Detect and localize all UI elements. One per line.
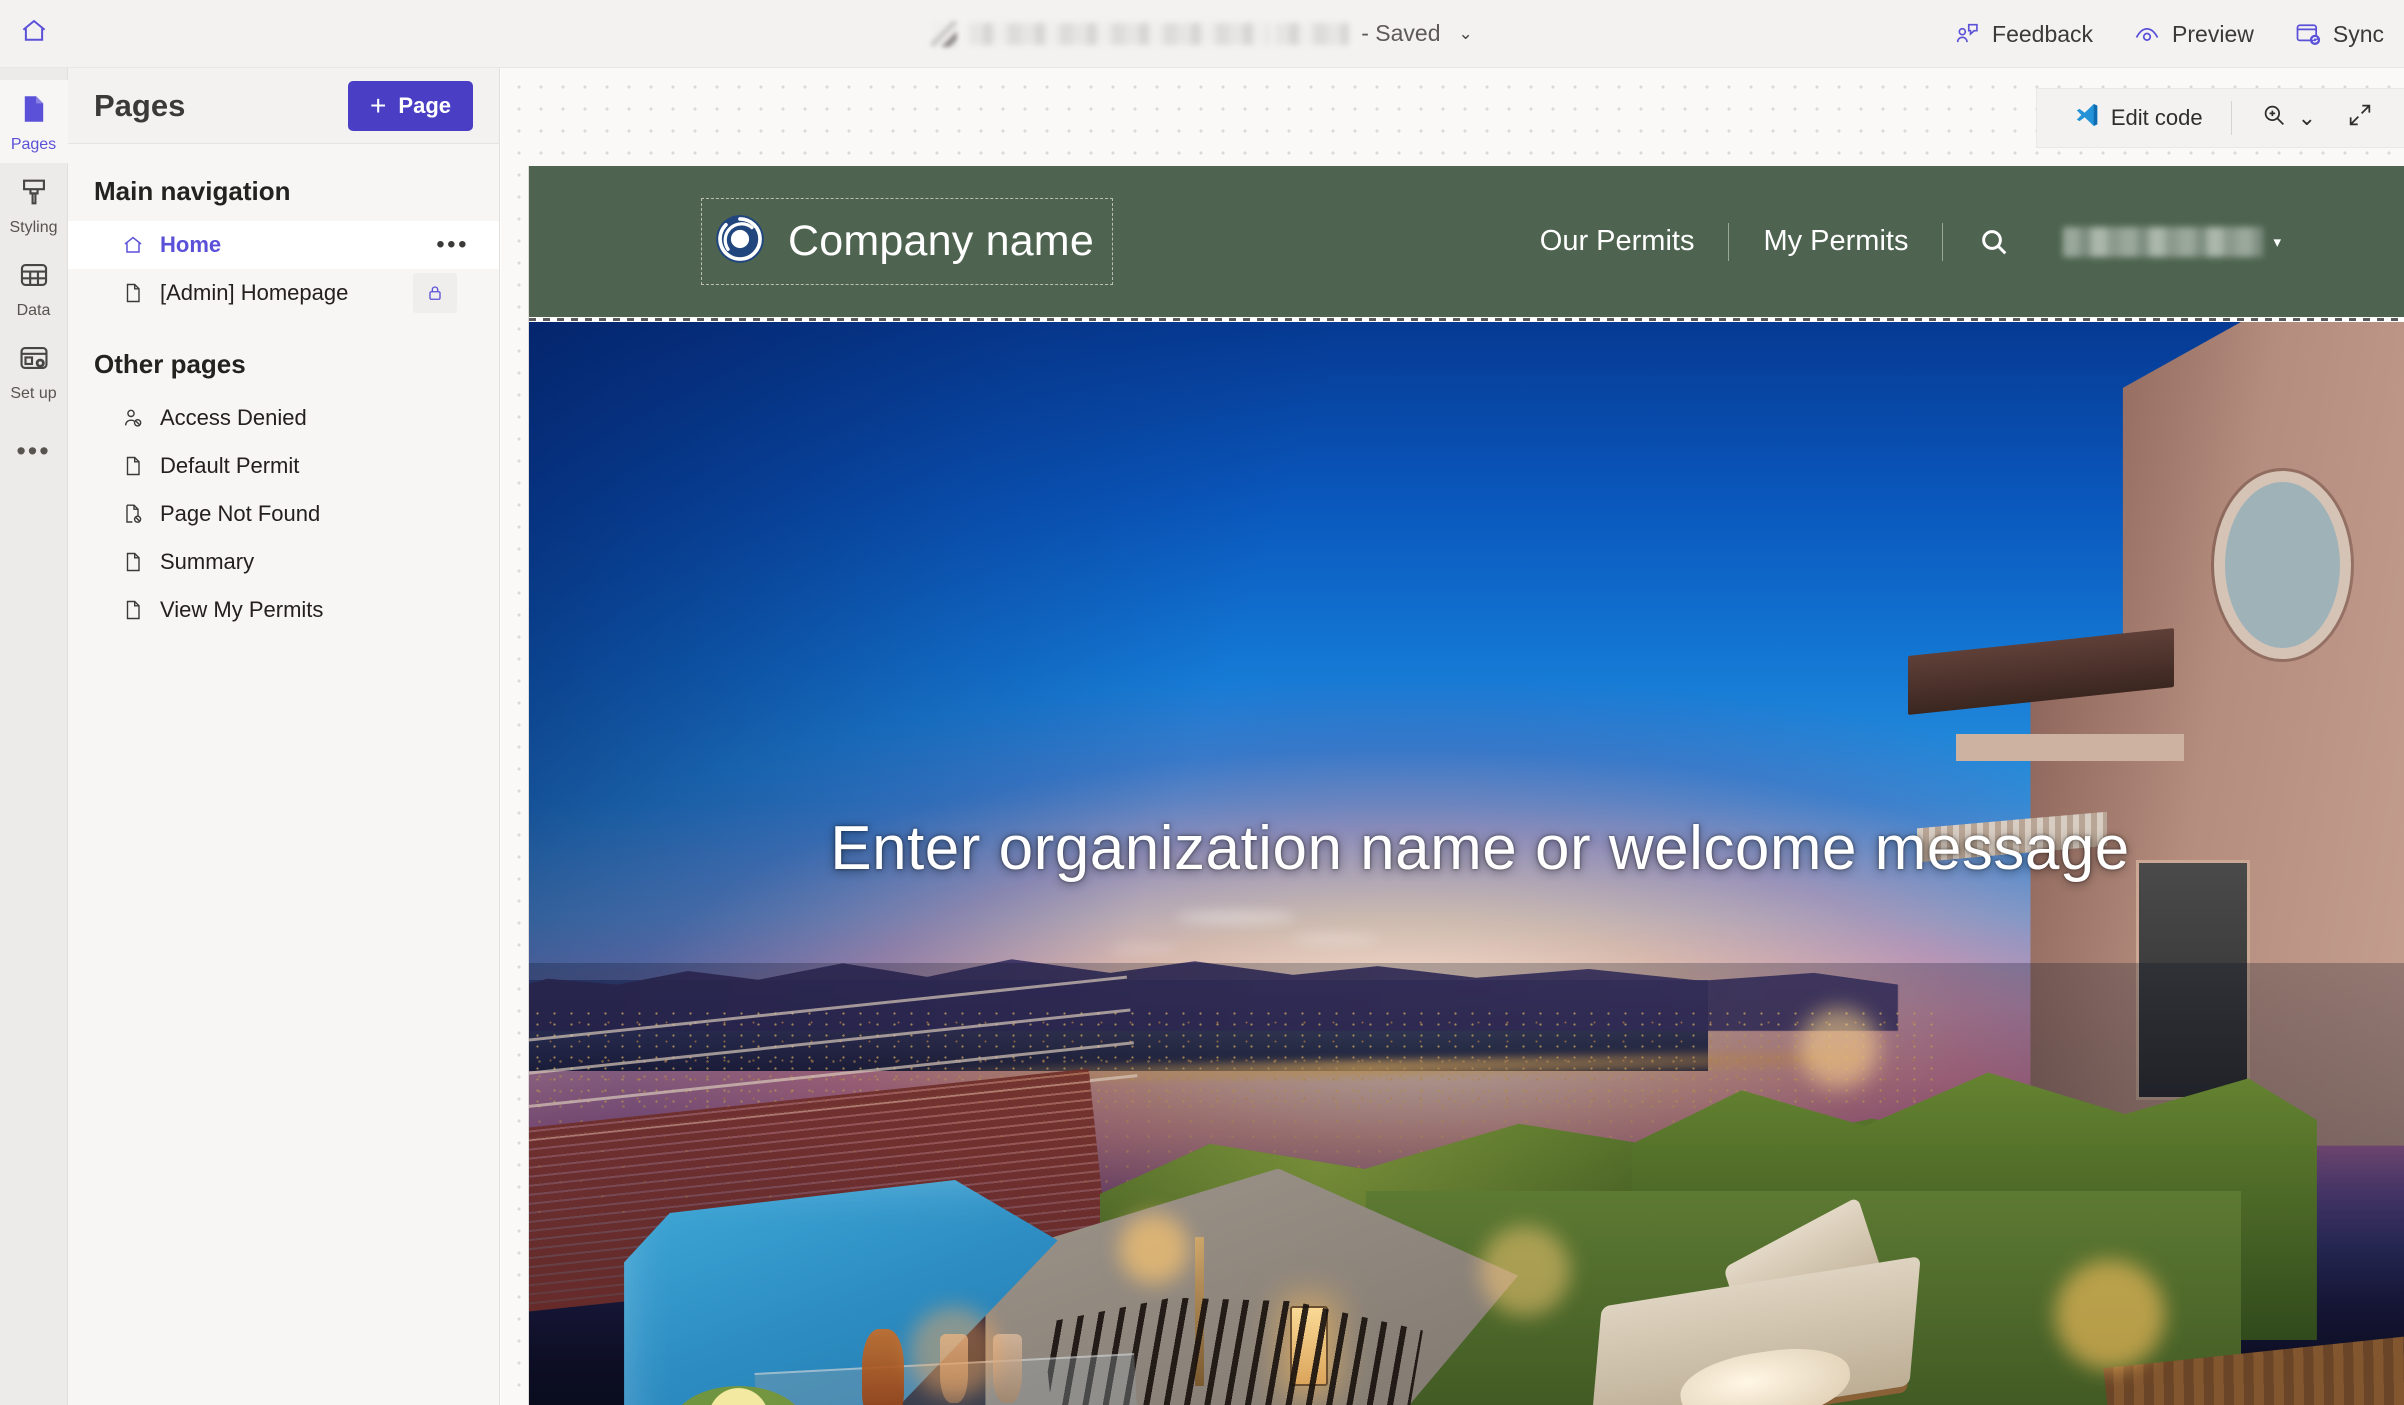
top-bar-actions: Feedback Preview Sync: [1933, 0, 2404, 68]
home-button[interactable]: [0, 0, 68, 68]
page-item-home-ellipsis-icon[interactable]: •••: [436, 231, 469, 259]
hero-headline[interactable]: Enter organization name or welcome messa…: [529, 818, 2404, 880]
user-caret-down-icon: ▾: [2273, 233, 2281, 251]
document-title-redacted: [969, 22, 1270, 45]
hero-decanter: [861, 1328, 904, 1405]
rail-label-styling: Styling: [9, 219, 58, 236]
setup-gear-window-icon: [17, 341, 51, 380]
rail-item-setup[interactable]: Set up: [0, 329, 68, 412]
add-page-button[interactable]: + Page: [348, 80, 473, 131]
toolbar-divider: [2230, 101, 2232, 135]
preview-label: Preview: [2172, 20, 2254, 47]
app-logo-redacted: [931, 20, 958, 47]
site-header: Company name Our Permits My Permits ▾: [529, 166, 2404, 317]
hero-villa-round-window: [2214, 470, 2352, 660]
eye-preview-icon: [2133, 20, 2161, 48]
person-blocked-icon: [120, 406, 146, 430]
magnifier-plus-icon: [2260, 101, 2288, 135]
document-icon: [120, 281, 146, 305]
section-title-main-navigation: Main navigation: [94, 176, 291, 206]
user-account-menu[interactable]: ▾: [2045, 226, 2281, 257]
page-item-page-not-found[interactable]: Page Not Found: [68, 490, 499, 538]
page-item-access-denied-label: Access Denied: [160, 405, 307, 430]
page-item-default-permit[interactable]: Default Permit: [68, 442, 499, 490]
feedback-button[interactable]: Feedback: [1933, 0, 2113, 68]
circular-swirl-logo-icon: [714, 213, 766, 270]
pages-panel-header: Pages + Page: [68, 68, 499, 144]
page-item-page-not-found-label: Page Not Found: [160, 501, 321, 526]
document-icon: [120, 550, 146, 574]
hero-wine-glass-1: [939, 1334, 969, 1404]
rail-item-data[interactable]: Data: [0, 246, 68, 329]
pages-panel: Pages + Page Main navigation Home ••• [A…: [68, 68, 500, 1405]
document-icon: [120, 454, 146, 478]
vscode-icon: [2073, 101, 2101, 135]
page-item-summary[interactable]: Summary: [68, 538, 499, 586]
plus-icon: +: [370, 89, 387, 121]
expand-diagonal-arrows-icon: [2346, 101, 2374, 135]
hero-wine-glass-2: [993, 1334, 1022, 1404]
site-brand-name: Company name: [788, 217, 1094, 265]
hero-section[interactable]: Enter organization name or welcome messa…: [529, 322, 2404, 1405]
hero-villa-balcony: [1955, 733, 2184, 762]
pages-panel-title: Pages: [94, 87, 186, 123]
paint-brush-icon: [17, 175, 51, 214]
site-preview: Company name Our Permits My Permits ▾ En…: [528, 166, 2404, 1405]
page-item-home[interactable]: Home •••: [68, 221, 499, 269]
page-item-default-permit-label: Default Permit: [160, 453, 300, 478]
page-item-admin-homepage[interactable]: [Admin] Homepage: [68, 269, 499, 317]
page-item-view-my-permits-label: View My Permits: [160, 597, 324, 622]
top-bar: - Saved ⌄ Feedback Preview Sync: [0, 0, 2404, 68]
feedback-person-chat-icon: [1953, 20, 1981, 48]
preview-button[interactable]: Preview: [2113, 0, 2274, 68]
expand-button[interactable]: [2334, 93, 2386, 143]
sync-label: Sync: [2332, 20, 2384, 47]
search-icon[interactable]: [1943, 225, 2045, 259]
rail-item-pages[interactable]: Pages: [0, 80, 68, 163]
zoom-control[interactable]: ⌄: [2248, 93, 2328, 143]
page-document-icon: [17, 92, 51, 131]
lock-icon[interactable]: [413, 273, 457, 313]
left-navigation-rail: Pages Styling Data Set up •••: [0, 68, 68, 1405]
page-item-access-denied[interactable]: Access Denied: [68, 394, 499, 442]
zoom-chevron-down-icon[interactable]: ⌄: [2298, 105, 2316, 131]
user-name-redacted: [2063, 226, 2264, 257]
site-brand-selected-block[interactable]: Company name: [701, 198, 1113, 285]
canvas-toolbar: Edit code ⌄: [2036, 89, 2404, 147]
rail-more-ellipsis-icon[interactable]: •••: [16, 412, 50, 465]
nav-link-my-permits[interactable]: My Permits: [1729, 225, 1942, 258]
home-icon: [19, 16, 49, 51]
sync-window-icon: [2294, 20, 2322, 48]
rail-label-setup: Set up: [10, 385, 57, 402]
document-blocked-icon: [120, 502, 146, 526]
home-outline-icon: [120, 233, 146, 257]
rail-item-styling[interactable]: Styling: [0, 163, 68, 246]
page-item-summary-label: Summary: [160, 549, 255, 574]
design-canvas: Edit code ⌄ Company name Our Permits My …: [501, 68, 2404, 1405]
page-item-view-my-permits[interactable]: View My Permits: [68, 586, 499, 634]
rail-label-pages: Pages: [10, 136, 57, 153]
page-item-home-label: Home: [160, 232, 222, 257]
title-chevron-down-icon[interactable]: ⌄: [1459, 24, 1473, 44]
document-icon: [120, 598, 146, 622]
edit-code-label: Edit code: [2110, 105, 2203, 130]
rail-label-data: Data: [16, 302, 51, 319]
hero-cloud-2: [1289, 934, 1380, 945]
hero-sky-shadow: [529, 322, 1328, 1032]
saved-status: - Saved: [1361, 20, 1441, 46]
page-item-admin-homepage-label: [Admin] Homepage: [160, 280, 349, 305]
table-grid-icon: [17, 258, 51, 297]
sync-button[interactable]: Sync: [2274, 0, 2404, 68]
section-title-other-pages: Other pages: [94, 349, 246, 379]
nav-link-our-permits[interactable]: Our Permits: [1506, 225, 1729, 258]
add-page-label: Page: [398, 92, 451, 118]
feedback-label: Feedback: [1992, 20, 2094, 47]
document-title-redacted-2: [1275, 22, 1350, 45]
site-navigation: Our Permits My Permits ▾: [1506, 222, 2281, 261]
edit-code-button[interactable]: Edit code: [2061, 93, 2215, 143]
